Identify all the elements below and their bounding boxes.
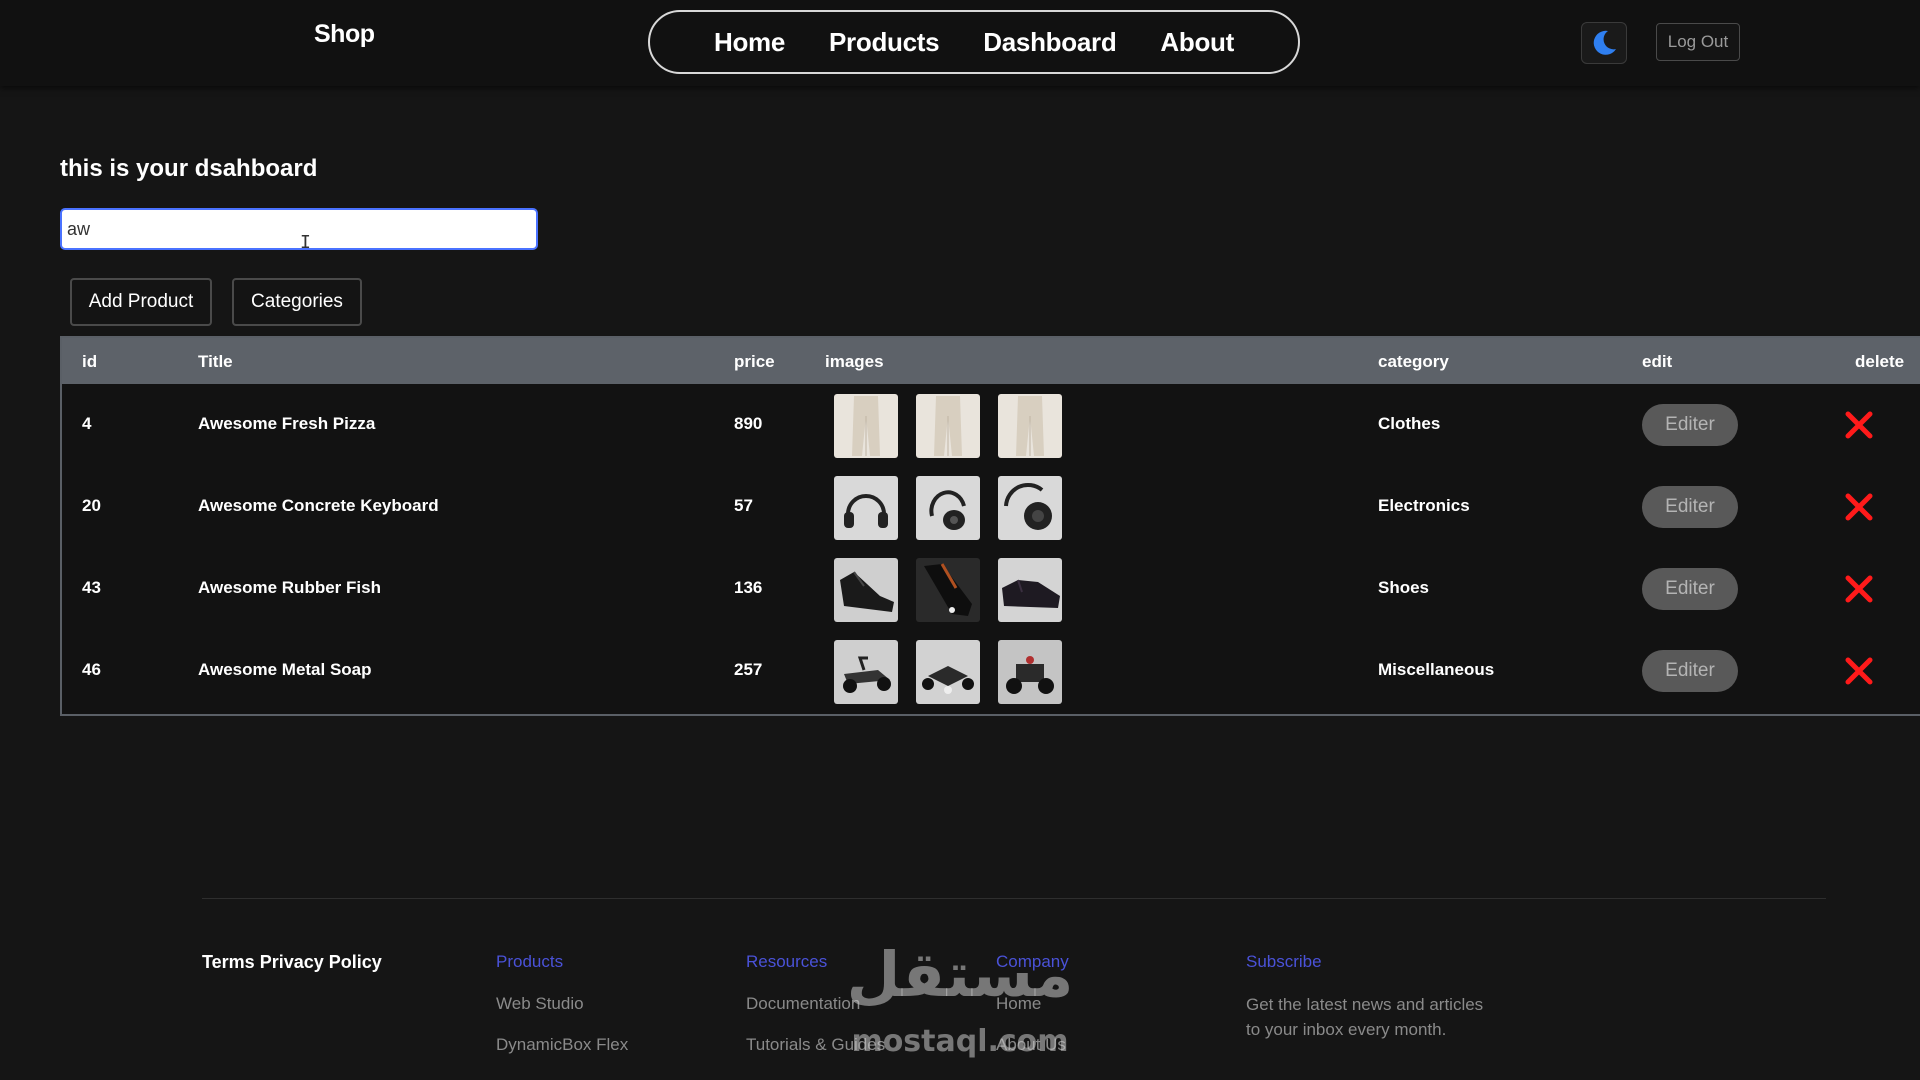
cell-title: Awesome Metal Soap: [198, 660, 372, 679]
products-table: id Title price images category edit dele…: [60, 336, 1920, 716]
close-icon[interactable]: [1842, 408, 1876, 442]
footer-link[interactable]: Documentation: [746, 994, 860, 1014]
col-header-images: images: [825, 352, 884, 371]
go-kart-image: [998, 640, 1062, 704]
nav-home[interactable]: Home: [714, 27, 785, 58]
cell-price: 57: [734, 496, 753, 515]
theme-toggle-button[interactable]: [1581, 22, 1627, 64]
col-header-price: price: [734, 352, 775, 371]
col-header-edit: edit: [1642, 352, 1673, 371]
search-input[interactable]: [60, 208, 538, 250]
footer-link[interactable]: Web Studio: [496, 994, 584, 1014]
headphones-image: [916, 476, 980, 540]
pants-image: [998, 394, 1062, 458]
moon-icon: [1593, 30, 1616, 55]
cell-id: 43: [82, 578, 101, 597]
cell-price: 257: [734, 660, 763, 679]
close-icon[interactable]: [1842, 654, 1876, 688]
pants-image: [916, 394, 980, 458]
footer-heading-products: Products: [496, 952, 564, 971]
col-header-delete: delete: [1855, 352, 1905, 371]
footer-link[interactable]: Home: [996, 994, 1041, 1014]
nav-products[interactable]: Products: [829, 27, 940, 58]
footer-heading-resources: Resources: [746, 952, 828, 971]
go-kart-image: [916, 640, 980, 704]
brand-logo[interactable]: Shop: [314, 20, 375, 49]
text-cursor-icon: I: [300, 232, 311, 253]
col-header-category: category: [1378, 352, 1449, 371]
pants-image: [834, 394, 898, 458]
shoe-image: [834, 558, 898, 622]
table-header: id Title price images category edit dele…: [62, 338, 1920, 384]
subscribe-text: Get the latest news and articles to your…: [1246, 995, 1484, 1039]
close-icon[interactable]: [1842, 572, 1876, 606]
cell-price: 890: [734, 414, 763, 433]
cell-category: Clothes: [1378, 414, 1441, 433]
nav-dashboard[interactable]: Dashboard: [983, 27, 1116, 58]
categories-button[interactable]: Categories: [232, 278, 362, 326]
edit-button[interactable]: Editer: [1642, 404, 1738, 446]
go-kart-image: [834, 640, 898, 704]
col-header-title: Title: [198, 352, 233, 371]
top-header: Shop Home Products Dashboard About Log O…: [0, 0, 1920, 86]
footer-link[interactable]: About Us: [996, 1035, 1066, 1055]
cell-title: Awesome Concrete Keyboard: [198, 496, 439, 515]
logout-button[interactable]: Log Out: [1656, 23, 1740, 61]
edit-button[interactable]: Editer: [1642, 650, 1738, 692]
table-row: 4 Awesome Fresh Pizza 890 Clothes Editer: [62, 384, 1920, 466]
nav-about[interactable]: About: [1160, 27, 1234, 58]
edit-button[interactable]: Editer: [1642, 568, 1738, 610]
watermark-arabic: مستقل: [846, 938, 1074, 1011]
footer-link[interactable]: DynamicBox Flex: [496, 1035, 628, 1055]
table-row: 46 Awesome Metal Soap 257 Miscellaneous …: [62, 630, 1920, 712]
cell-id: 20: [82, 496, 101, 515]
cell-id: 4: [82, 414, 92, 433]
shoe-image: [916, 558, 980, 622]
cell-price: 136: [734, 578, 763, 597]
footer-terms-link[interactable]: Terms Privacy Policy: [202, 952, 382, 973]
shoe-image: [998, 558, 1062, 622]
cell-title: Awesome Fresh Pizza: [198, 414, 376, 433]
footer-heading-subscribe: Subscribe: [1246, 952, 1322, 971]
headphones-image: [998, 476, 1062, 540]
cell-id: 46: [82, 660, 101, 679]
cell-category: Electronics: [1378, 496, 1470, 515]
headphones-image: [834, 476, 898, 540]
cell-title: Awesome Rubber Fish: [198, 578, 381, 597]
table-row: 43 Awesome Rubber Fish 136 Shoes Editer: [62, 548, 1920, 630]
col-header-id: id: [82, 352, 98, 371]
footer-link[interactable]: Tutorials & Guides: [746, 1035, 885, 1055]
page-title: this is your dsahboard: [60, 155, 318, 182]
footer-divider: [202, 898, 1826, 899]
cell-category: Miscellaneous: [1378, 660, 1495, 679]
footer-heading-company: Company: [996, 952, 1069, 971]
add-product-button[interactable]: Add Product: [70, 278, 212, 326]
main-nav: Home Products Dashboard About: [648, 10, 1300, 74]
cell-category: Shoes: [1378, 578, 1430, 597]
table-row: 20 Awesome Concrete Keyboard 57 Electron…: [62, 466, 1920, 548]
edit-button[interactable]: Editer: [1642, 486, 1738, 528]
close-icon[interactable]: [1842, 490, 1876, 524]
